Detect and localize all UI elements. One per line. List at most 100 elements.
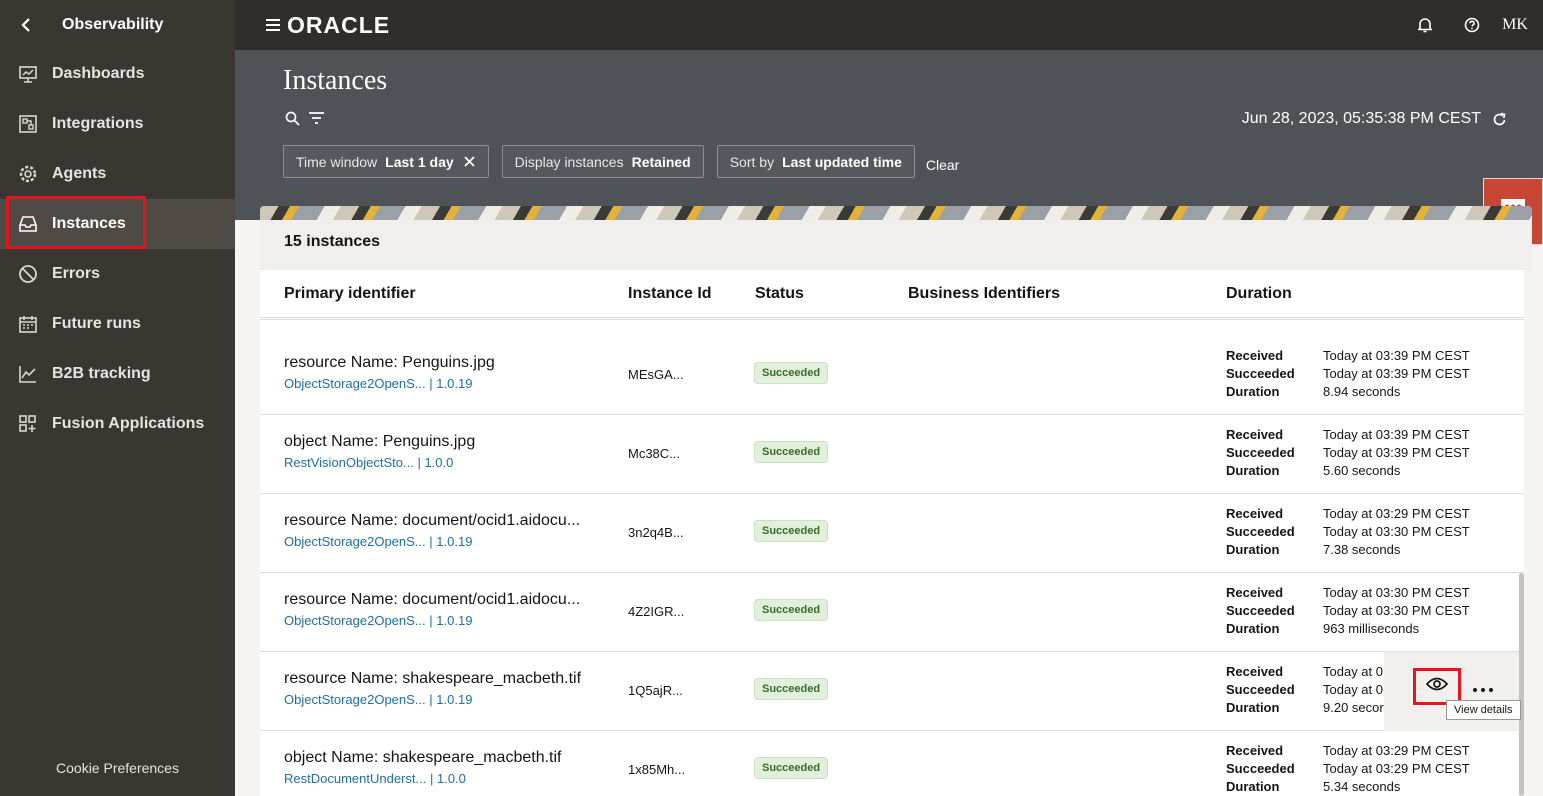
received-label: Received <box>1226 743 1284 758</box>
filter-chip-time-window[interactable]: Time window Last 1 day <box>283 145 489 178</box>
separator: | <box>429 771 434 786</box>
chip-value: Last 1 day <box>385 153 454 170</box>
separator: | <box>429 613 433 628</box>
table-row[interactable]: resource Name: Penguins.jpg ObjectStorag… <box>260 336 1524 415</box>
sidebar-item-label: Errors <box>52 265 101 282</box>
table-row[interactable]: resource Name: shakespeare_macbeth.tif O… <box>260 652 1524 731</box>
duration-details: Received Today at 03:29 PM CEST Succeeded… <box>1226 505 1470 559</box>
cookie-preferences-link[interactable]: Cookie Preferences <box>0 760 235 776</box>
top-bar: ORACLE MK <box>235 0 1543 50</box>
primary-identifier: resource Name: document/ocid1.aidocu... <box>284 512 581 529</box>
sidebar-item-b2b-tracking[interactable]: B2B tracking <box>0 349 235 399</box>
table-row[interactable]: resource Name: document/ocid1.aidocu... … <box>260 573 1524 652</box>
sidebar-item-dashboards[interactable]: Dashboards <box>0 49 235 99</box>
integration-version: 1.0.0 <box>436 771 466 786</box>
sidebar-item-future-runs[interactable]: Future runs <box>0 299 235 349</box>
user-avatar[interactable]: MK <box>1495 16 1535 34</box>
view-details-tooltip: View details <box>1446 700 1521 720</box>
received-label: Received <box>1226 664 1284 679</box>
duration-label: Duration <box>1226 463 1280 478</box>
received-value: Today at 03:39 PM CEST <box>1323 427 1470 442</box>
received-value: Today at 03:29 PM CEST <box>1323 506 1470 521</box>
duration-label: Duration <box>1226 542 1280 557</box>
notifications-bell-icon[interactable] <box>1401 0 1448 50</box>
instance-count: 15 instances <box>260 220 1532 270</box>
sidebar-item-label: Fusion Applications <box>52 415 205 432</box>
sidebar-item-label: B2B tracking <box>52 365 151 382</box>
chip-label: Sort by <box>729 153 775 170</box>
separator: | <box>429 376 433 391</box>
status-badge: Succeeded <box>754 678 829 700</box>
close-icon[interactable] <box>464 156 476 168</box>
sidebar-item-fusion-applications[interactable]: Fusion Applications <box>0 399 235 449</box>
chip-value: Last updated time <box>782 153 902 170</box>
column-header-primary-identifier[interactable]: Primary identifier <box>284 285 416 303</box>
instance-id: 4Z2IGR... <box>628 604 685 619</box>
filter-chip-sort-by[interactable]: Sort by Last updated time <box>716 145 915 178</box>
integration-version: 1.0.19 <box>436 613 473 628</box>
help-icon[interactable] <box>1448 0 1495 50</box>
duration-label: Duration <box>1226 384 1280 399</box>
column-header-duration[interactable]: Duration <box>1226 285 1292 303</box>
vertical-scrollbar[interactable] <box>1519 573 1524 796</box>
column-header-instance-id[interactable]: Instance Id <box>628 285 712 303</box>
integration-link[interactable]: ObjectStorage2OpenS... | 1.0.19 <box>284 613 472 628</box>
sidebar-item-label: Integrations <box>52 115 144 132</box>
succeeded-value: Today at 03:39 PM CEST <box>1323 366 1470 381</box>
chip-value: Retained <box>631 153 691 170</box>
column-header-status[interactable]: Status <box>755 285 804 303</box>
integration-link[interactable]: RestVisionObjectSto... | 1.0.0 <box>284 455 453 470</box>
duration-value: 7.38 seconds <box>1323 542 1401 557</box>
instance-id: Mc38C... <box>628 446 681 461</box>
integration-link[interactable]: ObjectStorage2OpenS... | 1.0.19 <box>284 534 472 549</box>
succeeded-value: Today at 03:30 PM CEST <box>1323 524 1470 539</box>
back-chevron-icon[interactable] <box>16 15 36 35</box>
column-header-business-identifiers[interactable]: Business Identifiers <box>908 285 1060 303</box>
hamburger-menu-icon[interactable] <box>265 17 281 33</box>
page-header: Instances Jun 28, 2023, 05:35:38 PM CEST… <box>235 50 1543 245</box>
status-badge: Succeeded <box>754 757 829 779</box>
last-refreshed-timestamp: Jun 28, 2023, 05:35:38 PM CEST <box>1241 110 1481 127</box>
duration-details: Received Today at 03:29 PM CEST Succeeded… <box>1226 742 1470 796</box>
table-row[interactable]: object Name: shakespeare_macbeth.tif Res… <box>260 731 1524 796</box>
integration-name: RestDocumentUnderst... <box>284 771 427 786</box>
sidebar-item-instances[interactable]: Instances <box>0 199 235 249</box>
separator: | <box>429 534 433 549</box>
primary-identifier: resource Name: Penguins.jpg <box>284 354 495 371</box>
received-value: Today at 03:29 PM CEST <box>1323 743 1470 758</box>
sidebar-item-label: Future runs <box>52 315 141 332</box>
sidebar-item-integrations[interactable]: Integrations <box>0 99 235 149</box>
search-icon[interactable] <box>284 110 300 126</box>
primary-identifier: resource Name: document/ocid1.aidocu... <box>284 591 581 608</box>
instance-id: 1Q5ajR... <box>628 683 683 698</box>
table-row[interactable]: object Name: Penguins.jpg RestVisionObje… <box>260 415 1524 494</box>
integration-version: 1.0.19 <box>436 376 473 391</box>
succeeded-value: Today at 03:39 PM CEST <box>1323 445 1470 460</box>
integration-name: ObjectStorage2OpenS... <box>284 534 426 549</box>
table-row[interactable]: resource Name: document/ocid1.aidocu... … <box>260 494 1524 573</box>
integration-link[interactable]: ObjectStorage2OpenS... | 1.0.19 <box>284 692 472 707</box>
received-value: Today at 0 <box>1323 664 1383 679</box>
duration-details: Received Today at 03:30 PM CEST Succeeded… <box>1226 584 1470 638</box>
sidebar-header: Observability <box>0 0 235 50</box>
succeeded-value: Today at 0 <box>1323 682 1383 697</box>
sidebar-item-errors[interactable]: Errors <box>0 249 235 299</box>
integration-link[interactable]: RestDocumentUnderst... | 1.0.0 <box>284 771 466 786</box>
filter-icon[interactable] <box>308 110 324 126</box>
sidebar-item-agents[interactable]: Agents <box>0 149 235 199</box>
succeeded-label: Succeeded <box>1226 445 1295 460</box>
filter-chip-display-instances[interactable]: Display instances Retained <box>501 145 704 178</box>
clear-filters-link[interactable]: Clear <box>926 157 959 173</box>
agents-icon <box>18 164 38 184</box>
refresh-icon[interactable] <box>1491 110 1507 128</box>
integration-version: 1.0.19 <box>436 534 473 549</box>
oracle-logo[interactable]: ORACLE <box>287 12 390 39</box>
duration-label: Duration <box>1226 621 1280 636</box>
succeeded-label: Succeeded <box>1226 524 1295 539</box>
received-label: Received <box>1226 506 1284 521</box>
integration-link[interactable]: ObjectStorage2OpenS... | 1.0.19 <box>284 376 472 391</box>
duration-value: 5.34 seconds <box>1323 779 1401 794</box>
more-actions-button[interactable] <box>1468 670 1498 704</box>
succeeded-label: Succeeded <box>1226 603 1295 618</box>
errors-icon <box>18 264 38 284</box>
